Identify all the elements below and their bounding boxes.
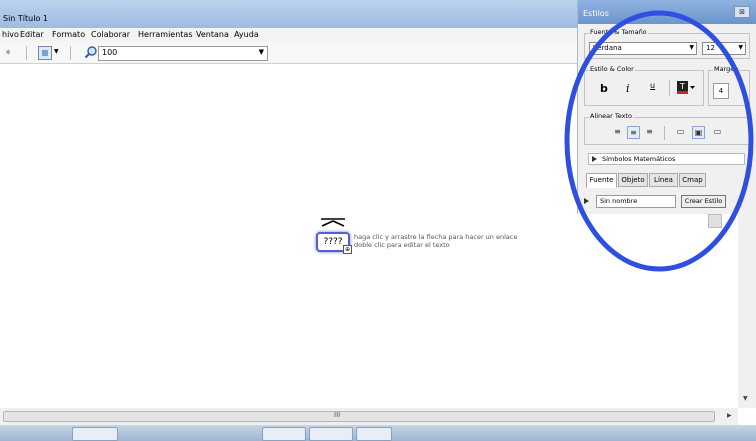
annotation-circle <box>564 10 754 272</box>
chevron-down-icon[interactable]: ▼ <box>54 48 59 55</box>
menu-archivo[interactable]: hivo <box>2 30 19 39</box>
arrow-right-icon[interactable]: ▶ <box>727 412 732 419</box>
diagram-icon[interactable] <box>38 46 52 60</box>
taskbar-button[interactable] <box>309 427 353 441</box>
concept-hint-edit: doble clic para editar el texto <box>354 241 450 249</box>
taskbar-button[interactable] <box>72 427 118 441</box>
zoom-icon[interactable] <box>84 45 98 59</box>
horizontal-scroll-thumb[interactable]: III <box>3 411 715 422</box>
menu-editar[interactable]: Editar <box>20 30 44 39</box>
menu-formato[interactable]: Formato <box>52 30 85 39</box>
menu-ayuda[interactable]: Ayuda <box>234 30 259 39</box>
menu-herramientas[interactable]: Herramientas <box>138 30 193 39</box>
link-arrow-handle[interactable] <box>321 218 345 227</box>
taskbar-button[interactable] <box>356 427 392 441</box>
toolbar-separator <box>26 46 27 60</box>
scroll-grip: III <box>334 411 341 419</box>
resize-icon[interactable]: ⊕ <box>343 245 352 254</box>
toolbar-separator <box>70 46 71 60</box>
forward-arrow-icon[interactable]: ➧ <box>4 47 12 58</box>
arrow-down-icon[interactable]: ▼ <box>743 395 748 402</box>
window-title: Sin Título 1 <box>3 14 48 23</box>
zoom-select[interactable]: 100 ▼ <box>98 46 268 61</box>
menu-ventana[interactable]: Ventana <box>196 30 229 39</box>
taskbar <box>0 425 756 441</box>
horizontal-scrollbar[interactable]: III ▶ <box>0 408 738 425</box>
taskbar-button[interactable] <box>262 427 306 441</box>
concept-hint-link: haga clic y arrastre la flecha para hace… <box>354 233 518 241</box>
menu-colaborar[interactable]: Colaborar <box>91 30 130 39</box>
chevron-down-icon: ▼ <box>258 48 264 56</box>
zoom-value: 100 <box>102 48 118 57</box>
